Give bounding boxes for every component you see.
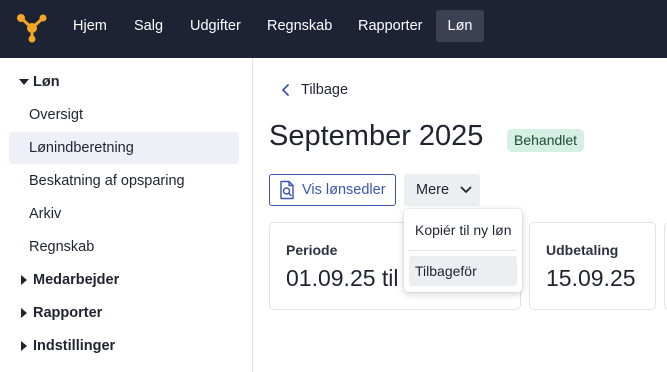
nav-item-hjem[interactable]: Hjem: [63, 10, 117, 42]
nav-item-udgifter[interactable]: Udgifter: [180, 10, 251, 42]
document-search-icon: [280, 180, 294, 200]
sidebar-section-loen[interactable]: Løn: [0, 68, 60, 96]
menu-item-copy-to-new-payroll[interactable]: Kopiér til ny løn: [409, 215, 517, 245]
back-link-label: Tilbage: [301, 82, 349, 98]
sidebar-item-loenindberetning[interactable]: Lønindberetning: [9, 132, 239, 164]
sidebar-section-medarbejder[interactable]: Medarbejder: [0, 266, 119, 294]
top-navigation-bar: Hjem Salg Udgifter Regnskab Rapporter Lø…: [0, 0, 667, 58]
sidebar-item-oversigt[interactable]: Oversigt: [9, 99, 239, 131]
nav-item-salg[interactable]: Salg: [124, 10, 173, 42]
period-card-label: Periode: [286, 242, 338, 258]
sidebar-item-arkiv[interactable]: Arkiv: [9, 198, 239, 230]
payout-card-value: 15.09.25: [546, 265, 636, 291]
period-card-value: 01.09.25 til: [286, 265, 399, 291]
caret-right-icon: [17, 308, 31, 318]
sidebar: Løn Oversigt Lønindberetning Beskatning …: [0, 58, 253, 372]
caret-right-icon: [17, 275, 31, 285]
sidebar-item-beskatning-af-opsparing[interactable]: Beskatning af opsparing: [9, 165, 239, 197]
sidebar-section-label: Rapporter: [33, 305, 103, 321]
sidebar-section-indstillinger[interactable]: Indstillinger: [0, 332, 115, 360]
status-badge: Behandlet: [507, 129, 585, 152]
chevron-left-icon: [282, 84, 289, 96]
sidebar-section-label: Indstillinger: [33, 338, 116, 354]
nav-item-regnskab[interactable]: Regnskab: [257, 10, 342, 42]
back-link[interactable]: Tilbage: [278, 80, 348, 100]
view-payslips-button[interactable]: Vis lønsedler: [269, 174, 396, 206]
caret-right-icon: [17, 341, 31, 351]
caret-down-icon: [17, 79, 31, 85]
payout-card-label: Udbetaling: [546, 242, 619, 258]
menu-divider: [409, 250, 517, 251]
sidebar-section-label: Løn: [33, 74, 60, 90]
nav-item-loen[interactable]: Løn: [436, 10, 484, 42]
menu-item-revert[interactable]: Tilbageför: [409, 256, 517, 286]
more-menu-button[interactable]: Mere: [404, 174, 480, 206]
sidebar-section-label: Medarbejder: [33, 272, 120, 288]
sidebar-section-rapporter[interactable]: Rapporter: [0, 299, 102, 327]
view-payslips-label: Vis lønsedler: [302, 182, 386, 198]
chevron-down-icon: [460, 186, 472, 193]
nav-item-rapporter[interactable]: Rapporter: [348, 10, 432, 42]
more-dropdown-menu: Kopiér til ny løn Tilbageför: [404, 209, 522, 292]
sidebar-item-regnskab[interactable]: Regnskab: [9, 231, 239, 263]
more-menu-label: Mere: [416, 182, 450, 198]
page-title: September 2025: [269, 120, 484, 152]
brand-logo-icon[interactable]: [16, 11, 48, 43]
payout-card: Udbetaling 15.09.25: [529, 222, 656, 310]
